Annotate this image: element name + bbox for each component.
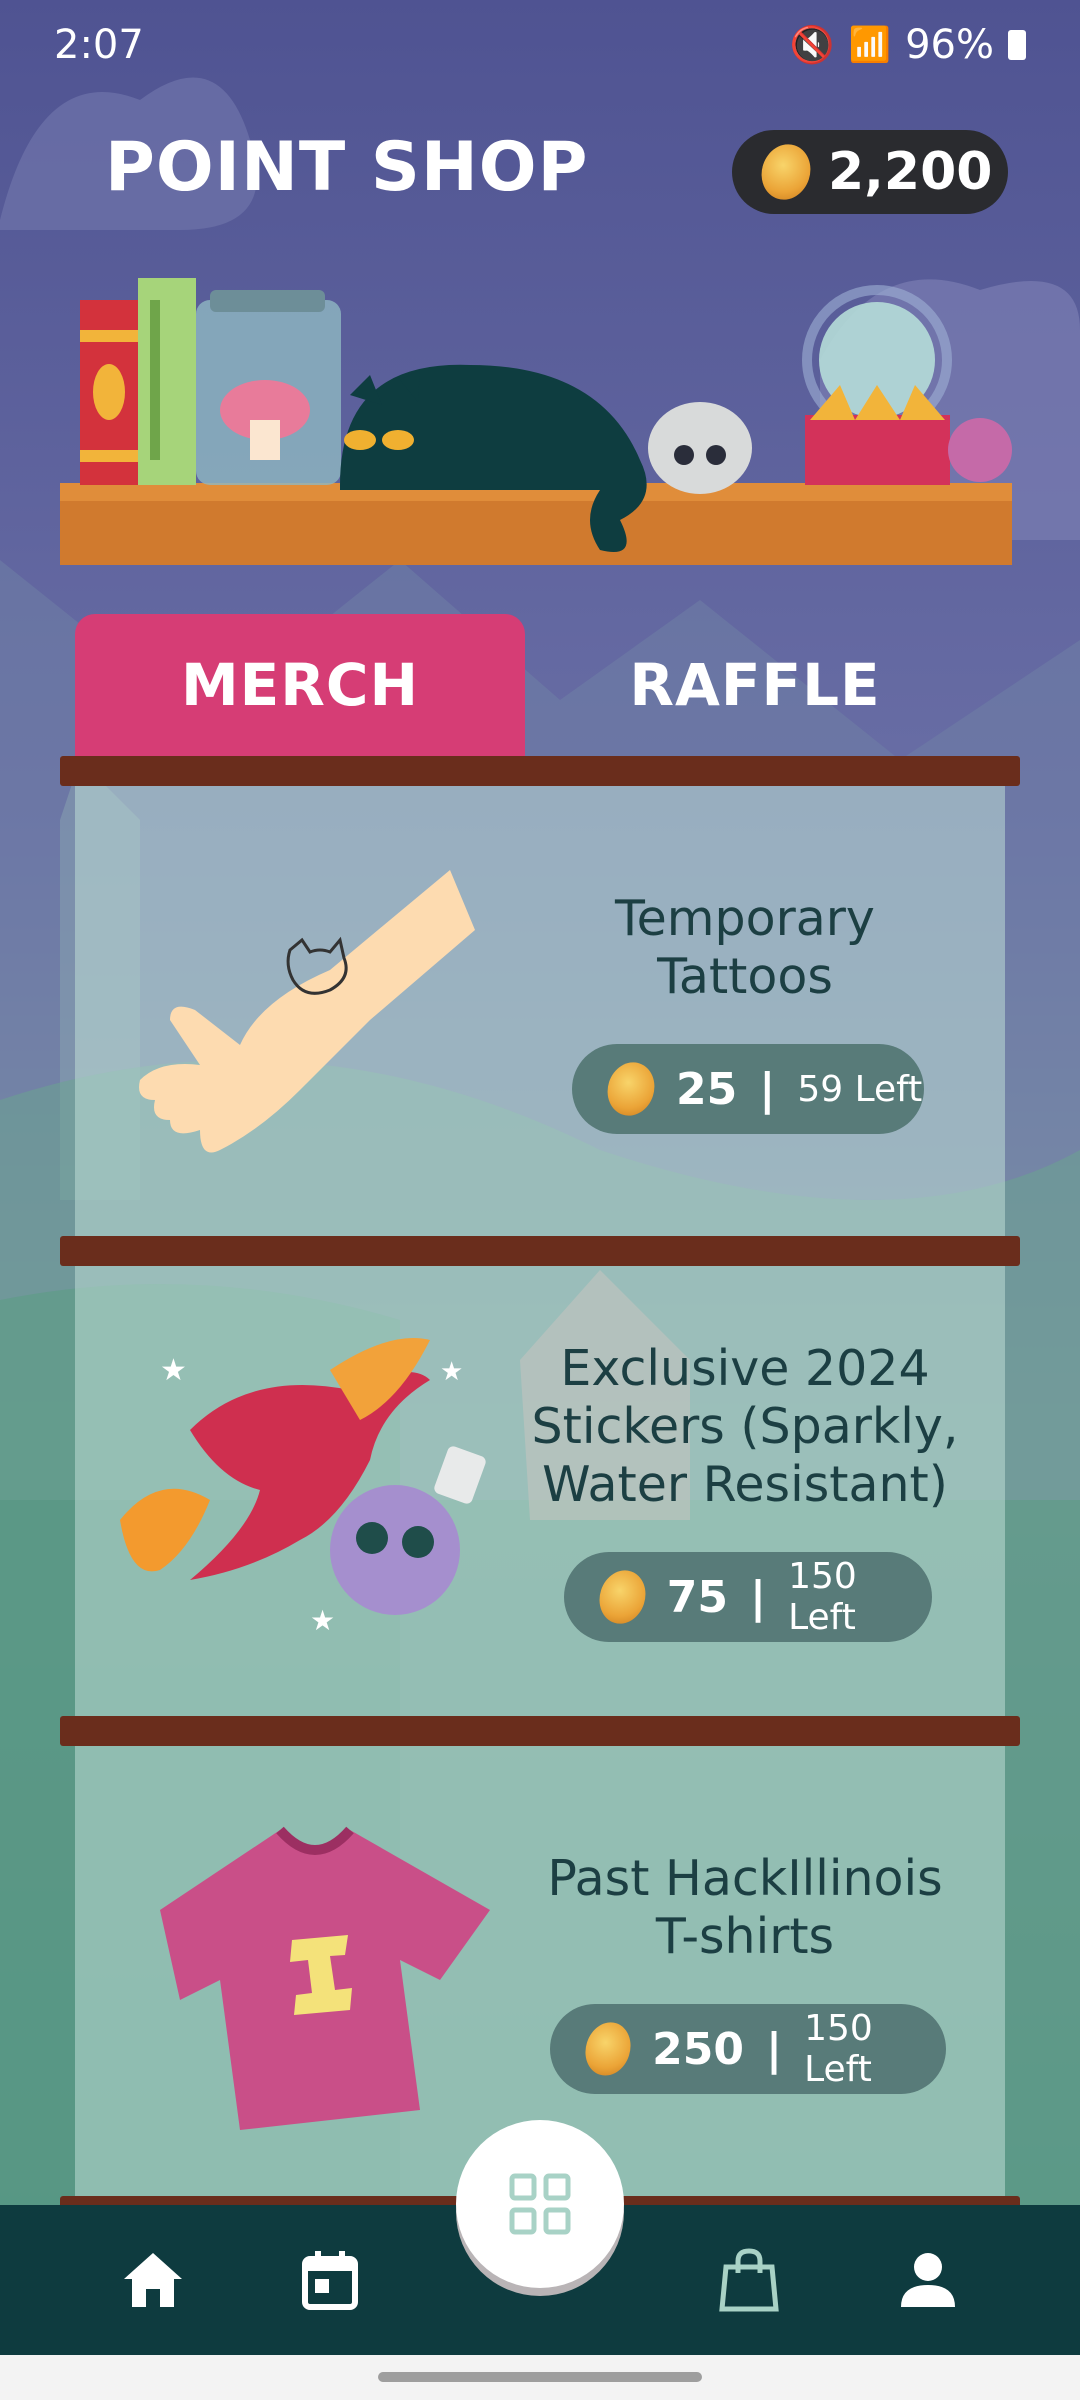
- price-separator: |: [766, 2023, 783, 2075]
- item-title: Temporary Tattoos: [505, 890, 985, 1006]
- battery-icon: [1008, 30, 1026, 60]
- item-title-line: Past HackIllinois: [547, 1850, 943, 1907]
- svg-text:★: ★: [440, 1357, 463, 1387]
- status-bar: 2:07 🔇 📶 96%: [0, 0, 1080, 100]
- status-time: 2:07: [54, 22, 144, 68]
- price-pill: 25 | 59 Left: [572, 1044, 924, 1134]
- item-stock: 59 Left: [797, 1068, 923, 1110]
- coin-icon: [754, 137, 818, 207]
- coin-icon: [578, 2016, 638, 2082]
- mute-icon: 🔇: [789, 25, 835, 66]
- svg-text:★: ★: [310, 1604, 335, 1637]
- wifi-icon: 📶: [848, 25, 892, 65]
- shelf-divider: [60, 1236, 1020, 1266]
- item-title: Exclusive 2024 Stickers (Sparkly, Water …: [505, 1340, 985, 1514]
- tab-merch[interactable]: MERCH: [75, 614, 525, 756]
- item-title-line: T-shirts: [655, 1908, 835, 1965]
- battery-percent: 96%: [905, 22, 994, 68]
- item-title-line: Tattoos: [657, 948, 833, 1005]
- price-pill: 75 | 150 Left: [564, 1552, 932, 1642]
- calendar-icon[interactable]: [295, 2245, 365, 2315]
- item-title-line: Stickers (Sparkly,: [531, 1398, 959, 1455]
- shelf-divider: [60, 756, 1020, 786]
- item-title-line: Water Resistant): [542, 1456, 948, 1513]
- item-title-line: Exclusive 2024: [560, 1340, 930, 1397]
- price-separator: |: [750, 1571, 767, 1623]
- shelf-divider: [60, 1716, 1020, 1746]
- svg-text:★: ★: [160, 1353, 187, 1388]
- qr-code-icon: [509, 2173, 571, 2235]
- status-right: 🔇 📶 96%: [790, 22, 1026, 68]
- item-points: 25: [676, 1063, 738, 1115]
- points-value: 2,200: [828, 142, 993, 202]
- item-title-line: Temporary: [615, 890, 875, 947]
- home-icon[interactable]: [118, 2245, 188, 2315]
- profile-icon[interactable]: [893, 2245, 963, 2315]
- item-title: Past HackIllinois T-shirts: [505, 1850, 985, 1966]
- tab-raffle[interactable]: RAFFLE: [545, 614, 965, 756]
- price-separator: |: [759, 1063, 776, 1115]
- tshirt-image: [160, 1826, 490, 2130]
- shop-tabs: MERCH RAFFLE: [75, 614, 1015, 756]
- shopping-bag-icon[interactable]: [714, 2245, 784, 2315]
- tattoo-arm-image: [139, 870, 475, 1153]
- coin-icon: [592, 1564, 653, 1630]
- price-pill: 250 | 150 Left: [550, 2004, 946, 2094]
- points-balance: 2,200: [732, 130, 1008, 214]
- page-title: POINT SHOP: [105, 128, 589, 207]
- item-points: 75: [666, 1571, 728, 1623]
- item-points: 250: [652, 2023, 744, 2075]
- coin-icon: [600, 1056, 662, 1122]
- item-stock: 150 Left: [804, 2008, 873, 2090]
- stickers-image: ★ ★ ★: [120, 1338, 486, 1637]
- item-stock: 150 Left: [788, 1556, 857, 1638]
- home-gesture-bar[interactable]: [378, 2372, 702, 2382]
